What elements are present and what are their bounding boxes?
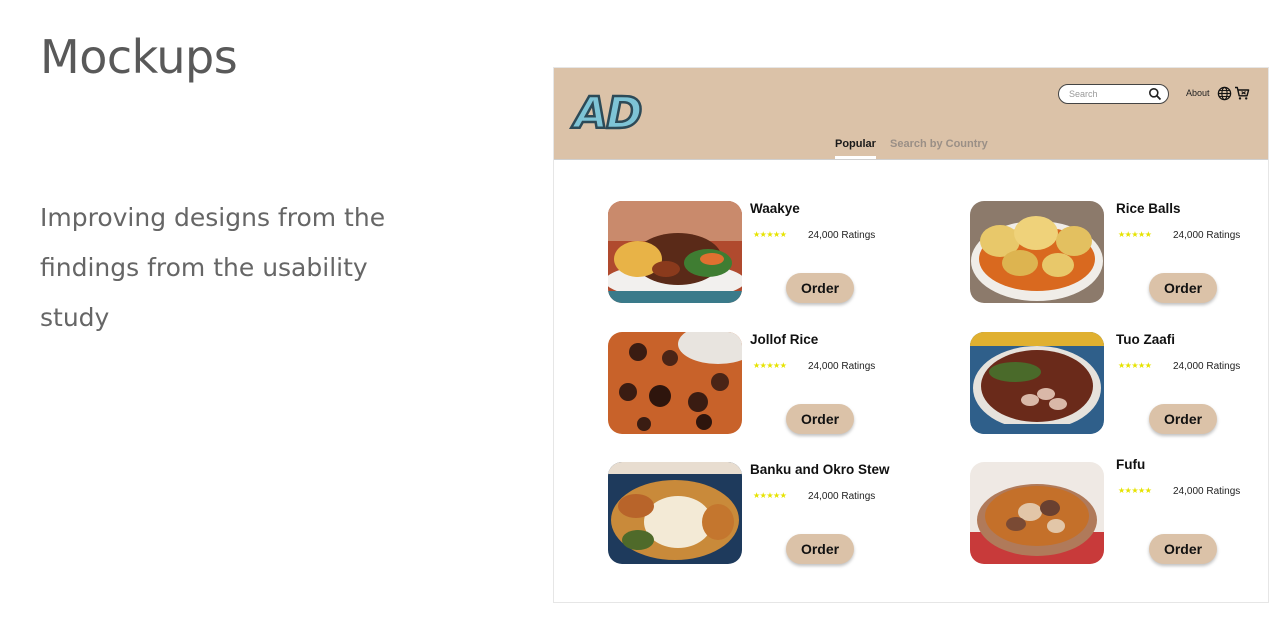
- food-name[interactable]: Fufu: [1116, 457, 1145, 472]
- food-image-tuo-zaafi[interactable]: [970, 332, 1104, 434]
- search-box[interactable]: [1058, 84, 1169, 104]
- star-rating: ★★★★★: [1118, 486, 1152, 495]
- ratings-count: 24,000 Ratings: [1173, 230, 1241, 241]
- search-input[interactable]: [1069, 87, 1149, 101]
- order-button[interactable]: Order: [786, 404, 854, 434]
- star-rating: ★★★★★: [753, 230, 787, 239]
- ratings-count: 24,000 Ratings: [1173, 361, 1241, 372]
- search-icon[interactable]: [1148, 87, 1162, 101]
- food-card-rice-balls: Rice Balls ★★★★★ 24,000 Ratings Order: [970, 201, 1268, 303]
- ratings-count: 24,000 Ratings: [808, 230, 876, 241]
- app-logo[interactable]: AD: [573, 87, 644, 141]
- star-rating: ★★★★★: [1118, 230, 1152, 239]
- food-card-jollof-rice: Jollof Rice ★★★★★ 24,000 Ratings Order: [608, 332, 908, 434]
- app-header: AD About Popular Search by Country: [554, 68, 1268, 160]
- star-rating: ★★★★★: [753, 361, 787, 370]
- food-image-banku-and-okro-stew[interactable]: [608, 462, 742, 564]
- slide-title: Mockups: [40, 30, 238, 84]
- food-card-banku-and-okro-stew: Banku and Okro Stew ★★★★★ 24,000 Ratings…: [608, 462, 908, 564]
- star-rating: ★★★★★: [753, 491, 787, 500]
- order-button[interactable]: Order: [786, 273, 854, 303]
- food-image-fufu[interactable]: [970, 462, 1104, 564]
- food-name[interactable]: Rice Balls: [1116, 201, 1181, 216]
- order-button[interactable]: Order: [1149, 404, 1217, 434]
- cart-icon[interactable]: [1234, 85, 1250, 101]
- food-name[interactable]: Banku and Okro Stew: [750, 462, 890, 477]
- food-image-rice-balls[interactable]: [970, 201, 1104, 303]
- food-card-waakye: Waakye ★★★★★ 24,000 Ratings Order: [608, 201, 908, 303]
- app-mockup: AD About Popular Search by Country: [553, 67, 1269, 603]
- slide-description: Improving designs from the findings from…: [40, 203, 386, 332]
- order-button[interactable]: Order: [786, 534, 854, 564]
- ratings-count: 24,000 Ratings: [808, 491, 876, 502]
- food-name[interactable]: Tuo Zaafi: [1116, 332, 1175, 347]
- food-image-waakye[interactable]: [608, 201, 742, 303]
- about-link[interactable]: About: [1186, 88, 1210, 98]
- food-card-tuo-zaafi: Tuo Zaafi ★★★★★ 24,000 Ratings Order: [970, 332, 1268, 434]
- food-card-fufu: Fufu ★★★★★ 24,000 Ratings Order: [970, 457, 1268, 564]
- globe-icon[interactable]: [1217, 86, 1232, 101]
- tab-search-by-country[interactable]: Search by Country: [890, 138, 988, 150]
- ratings-count: 24,000 Ratings: [1173, 486, 1241, 497]
- ratings-count: 24,000 Ratings: [808, 361, 876, 372]
- order-button[interactable]: Order: [1149, 273, 1217, 303]
- star-rating: ★★★★★: [1118, 361, 1152, 370]
- tab-popular[interactable]: Popular: [835, 138, 876, 159]
- food-name[interactable]: Jollof Rice: [750, 332, 818, 347]
- food-name[interactable]: Waakye: [750, 201, 800, 216]
- order-button[interactable]: Order: [1149, 534, 1217, 564]
- food-image-jollof-rice[interactable]: [608, 332, 742, 434]
